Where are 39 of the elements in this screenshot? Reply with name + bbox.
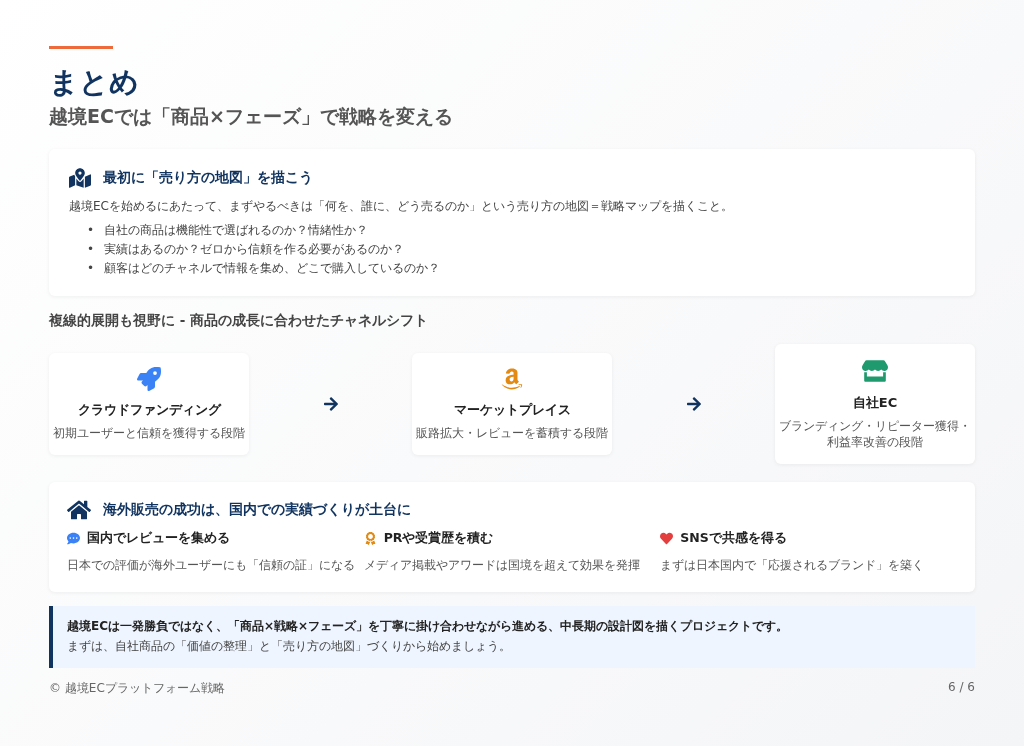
bullet-item: 顧客はどのチャネルで情報を集め、どこで購入しているのか？ xyxy=(104,260,441,277)
slide-subtitle: 越境ECでは「商品×フェーズ」で戦略を変える xyxy=(49,104,454,129)
home-icon xyxy=(67,498,91,522)
bullet-item: 実績はあるのか？ゼロから信頼を作る必要があるのか？ xyxy=(104,241,405,258)
point-title: SNSで共感を得る xyxy=(680,530,787,547)
point-text: メディア掲載やアワードは国境を超えて効果を発揮 xyxy=(363,557,641,574)
chat-icon xyxy=(67,532,80,545)
channel-description: 販路拡大・レビューを蓄積する段階 xyxy=(416,425,608,441)
point-title: PRや受賞歴を積む xyxy=(383,530,494,547)
point-text: まずは日本国内で「応援されるブランド」を築く xyxy=(660,557,926,574)
conclusion-text: 越境ECは一発勝負ではなく、「商品×戦略×フェーズ」を丁寧に掛け合わせながら進める、中長期の設計図を描くプロジェクトです。 xyxy=(67,618,790,635)
accent-line xyxy=(49,46,113,49)
channel-name: 自社EC xyxy=(852,394,898,412)
footer-copyright: © 越境ECプラットフォーム戦略 xyxy=(49,680,225,697)
bullet-marker: • xyxy=(87,241,95,258)
card-title: 最初に「売り方の地図」を描こう xyxy=(103,169,313,187)
heart-icon xyxy=(660,532,674,545)
arrow-icon xyxy=(685,396,702,412)
card-title: 海外販売の成功は、国内での実績づくりが土台に xyxy=(103,501,411,519)
channel-name: クラウドファンディング xyxy=(77,401,221,419)
page-number: 6 / 6 xyxy=(948,680,975,696)
bullet-marker: • xyxy=(87,222,95,239)
award-icon xyxy=(363,532,377,545)
bullet-marker: • xyxy=(87,260,95,277)
section-title: 複線的展開も視野に - 商品の成長に合わせたチャネルシフト xyxy=(49,312,429,330)
channel-description: ブランディング・リピーター獲得・利益率改善の段階 xyxy=(779,418,971,450)
point-text: 日本での評価が海外ユーザーにも「信頼の証」になる xyxy=(67,557,356,574)
map-icon xyxy=(69,167,91,189)
conclusion-text: まずは、自社商品の「価値の整理」と「売り方の地図」づくりから始めましょう。 xyxy=(67,638,512,655)
lead-text: 越境ECを始めるにあたって、まずやるべきは「何を、誰に、どう売るのか」という売り方の地図＝戦略マップを描くこと。 xyxy=(69,198,734,215)
arrow-icon xyxy=(322,396,339,412)
store-icon xyxy=(862,358,888,384)
point-title: 国内でレビューを集める xyxy=(87,530,230,547)
slide-title: まとめ xyxy=(49,64,140,101)
smile-arrow-logo-icon xyxy=(500,367,524,391)
channel-name: マーケットプレイス xyxy=(453,401,571,419)
bullet-item: 自社の商品は機能性で選ばれるのか？情緒性か？ xyxy=(104,222,369,239)
rocket-icon xyxy=(137,367,161,391)
channel-description: 初期ユーザーと信頼を獲得する段階 xyxy=(53,425,245,441)
